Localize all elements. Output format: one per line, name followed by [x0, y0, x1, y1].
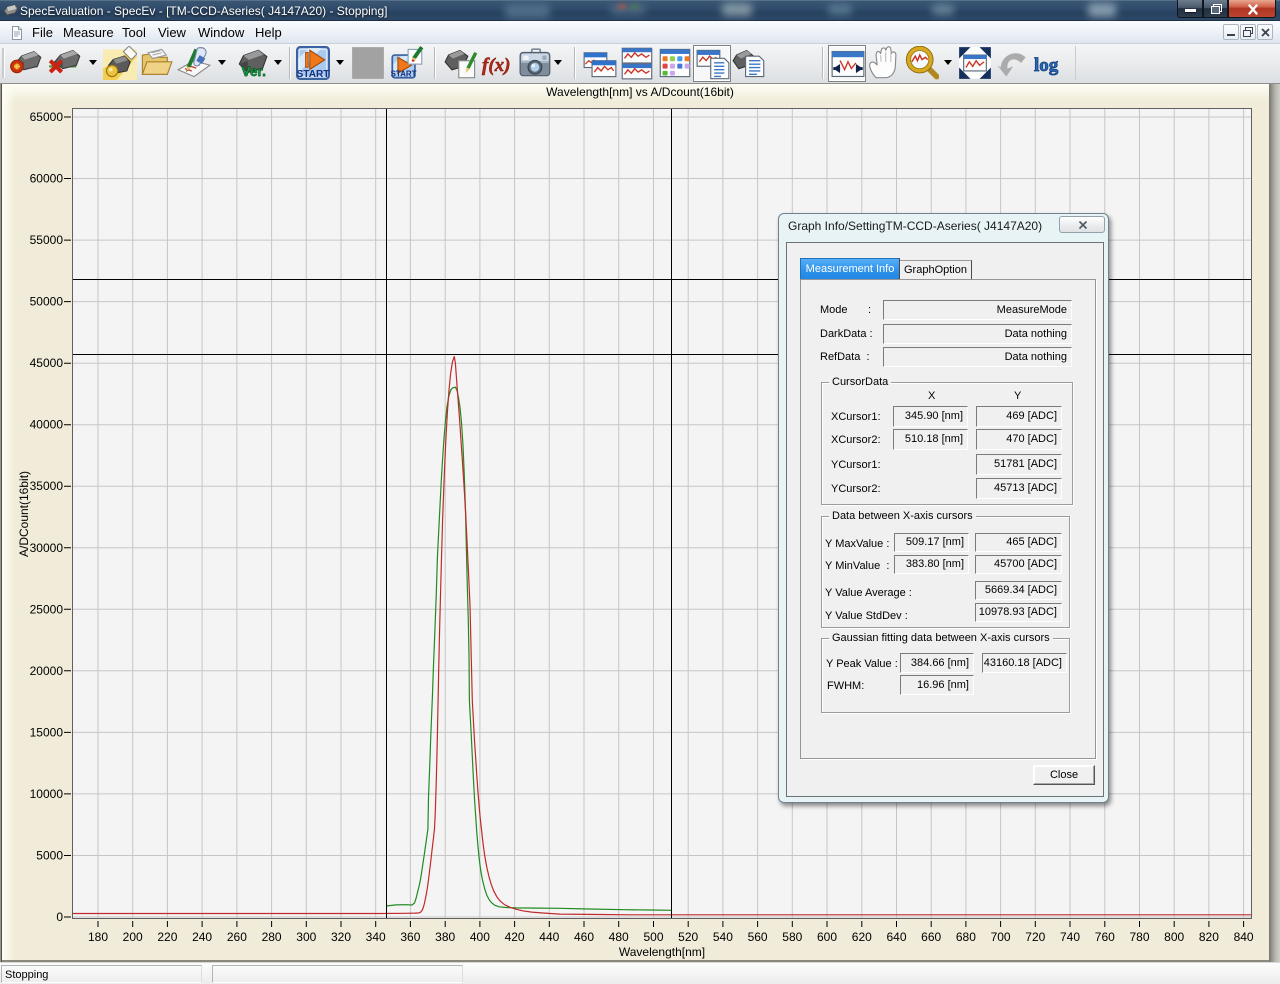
- svg-text:f(x): f(x): [482, 55, 510, 76]
- svg-text:25000: 25000: [30, 602, 64, 616]
- svg-text:340: 340: [366, 930, 386, 944]
- svg-text:log: log: [1034, 55, 1059, 76]
- svg-text:Wavelength[nm] vs A/Dcount(16b: Wavelength[nm] vs A/Dcount(16bit): [546, 85, 734, 99]
- svg-text:200: 200: [123, 930, 143, 944]
- svg-text:720: 720: [1025, 930, 1045, 944]
- svg-text:760: 760: [1095, 930, 1115, 944]
- svg-text:700: 700: [991, 930, 1011, 944]
- svg-text:Ver.: Ver.: [241, 63, 266, 79]
- svg-text:740: 740: [1060, 930, 1080, 944]
- svg-text:260: 260: [227, 930, 247, 944]
- svg-text:Wavelength[nm]: Wavelength[nm]: [619, 945, 705, 959]
- svg-text:50000: 50000: [30, 295, 64, 309]
- svg-text:520: 520: [678, 930, 698, 944]
- svg-text:240: 240: [192, 930, 212, 944]
- svg-text:620: 620: [852, 930, 872, 944]
- svg-text:45000: 45000: [30, 356, 64, 370]
- svg-text:600: 600: [817, 930, 837, 944]
- svg-text:840: 840: [1234, 930, 1254, 944]
- svg-text:580: 580: [782, 930, 802, 944]
- svg-text:60000: 60000: [30, 172, 64, 186]
- svg-text:400: 400: [470, 930, 490, 944]
- svg-text:55000: 55000: [30, 233, 64, 247]
- svg-text:420: 420: [505, 930, 525, 944]
- svg-text:35000: 35000: [30, 479, 64, 493]
- svg-text:360: 360: [400, 930, 420, 944]
- svg-text:380: 380: [435, 930, 455, 944]
- svg-text:20000: 20000: [30, 664, 64, 678]
- svg-text:5000: 5000: [36, 849, 63, 863]
- svg-text:280: 280: [262, 930, 282, 944]
- svg-text:0: 0: [56, 910, 63, 924]
- svg-text:440: 440: [539, 930, 559, 944]
- svg-text:A/DCount(16bit): A/DCount(16bit): [17, 471, 31, 557]
- svg-text:15000: 15000: [30, 725, 64, 739]
- svg-text:780: 780: [1129, 930, 1149, 944]
- svg-text:800: 800: [1164, 930, 1184, 944]
- svg-text:680: 680: [956, 930, 976, 944]
- svg-text:START: START: [297, 69, 330, 80]
- svg-text:500: 500: [643, 930, 663, 944]
- svg-text:640: 640: [886, 930, 906, 944]
- svg-text:220: 220: [157, 930, 177, 944]
- svg-text:660: 660: [921, 930, 941, 944]
- svg-text:65000: 65000: [30, 110, 64, 124]
- svg-text:560: 560: [748, 930, 768, 944]
- svg-text:320: 320: [331, 930, 351, 944]
- svg-text:40000: 40000: [30, 418, 64, 432]
- svg-text:180: 180: [88, 930, 108, 944]
- svg-text:300: 300: [296, 930, 316, 944]
- svg-text:START: START: [391, 70, 417, 79]
- svg-text:540: 540: [713, 930, 733, 944]
- svg-text:460: 460: [574, 930, 594, 944]
- svg-text:10000: 10000: [30, 787, 64, 801]
- svg-text:480: 480: [609, 930, 629, 944]
- svg-text:820: 820: [1199, 930, 1219, 944]
- svg-text:30000: 30000: [30, 541, 64, 555]
